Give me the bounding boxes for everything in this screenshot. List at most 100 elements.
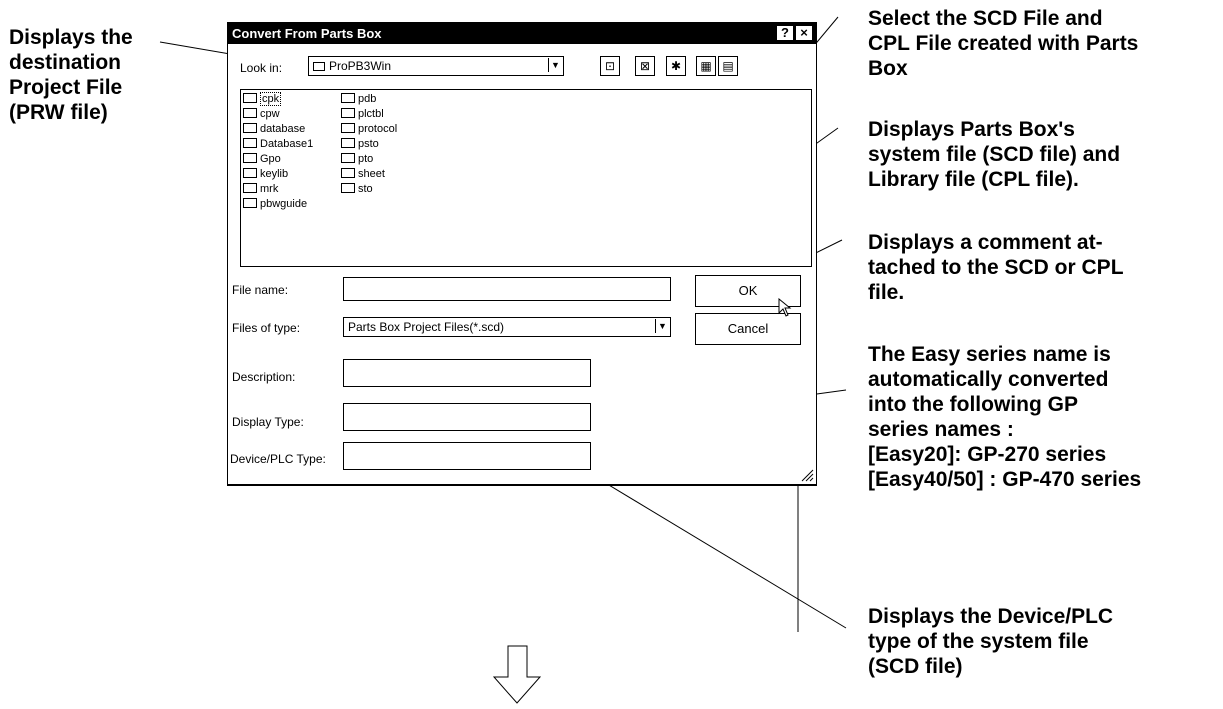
callout-line: Project File xyxy=(9,76,123,99)
device-plc-type-label: Device/PLC Type: xyxy=(230,452,326,466)
callout-line: Box xyxy=(868,57,908,80)
list-item[interactable]: cpk xyxy=(243,92,282,106)
callout-line: into the following GP xyxy=(868,393,1078,416)
folder-icon xyxy=(341,108,355,118)
callout-line: (SCD file) xyxy=(868,655,963,678)
look-in-select[interactable]: ProPB3Win ▼ xyxy=(308,56,564,76)
callout-line: file. xyxy=(868,281,905,304)
list-item[interactable]: plctbl xyxy=(341,107,384,121)
list-item[interactable]: pbwguide xyxy=(243,197,307,211)
file-name-input[interactable] xyxy=(343,277,671,301)
look-in-value-text: ProPB3Win xyxy=(329,59,392,73)
look-in-label: Look in: xyxy=(240,61,283,75)
callout-line: (PRW file) xyxy=(9,101,108,124)
folder-icon xyxy=(243,93,257,103)
folder-icon xyxy=(313,62,325,71)
callout-destination-project-file: Displays the destination Project File (P… xyxy=(9,25,133,125)
list-item[interactable]: psto xyxy=(341,137,379,151)
chevron-down-icon[interactable]: ▼ xyxy=(548,58,562,72)
desktop-icon[interactable]: ⊠ xyxy=(635,56,655,76)
folder-icon xyxy=(243,123,257,133)
callout-system-file: Displays Parts Box's system file (SCD fi… xyxy=(868,117,1120,192)
callout-line: automatically converted xyxy=(868,368,1109,391)
list-item-label: Gpo xyxy=(260,153,281,165)
list-item-label: psto xyxy=(358,138,379,150)
device-plc-type-field xyxy=(343,442,591,470)
list-item-label: plctbl xyxy=(358,108,384,120)
folder-icon xyxy=(243,198,257,208)
callout-line: system file (SCD file) and xyxy=(868,143,1121,166)
callout-device-type: Displays the Device/PLC type of the syst… xyxy=(868,604,1113,679)
list-item[interactable]: pdb xyxy=(341,92,376,106)
callout-line: [Easy40/50] : GP-470 series xyxy=(868,468,1142,491)
callout-comment: Displays a comment at- tached to the SCD… xyxy=(868,230,1124,305)
files-of-type-label: Files of type: xyxy=(232,321,301,335)
list-item[interactable]: sheet xyxy=(341,167,385,181)
convert-dialog: Convert From Parts Box ? × Look in: ProP… xyxy=(227,22,817,486)
folder-icon xyxy=(243,138,257,148)
callout-easy-series: The Easy series name is automatically co… xyxy=(868,342,1141,492)
callout-line: Displays Parts Box's xyxy=(868,118,1075,141)
new-folder-icon[interactable]: ✱ xyxy=(666,56,686,76)
mouse-pointer-icon xyxy=(778,298,792,317)
callout-line: series names : xyxy=(868,418,1014,441)
up-one-level-icon[interactable]: ⊡ xyxy=(600,56,620,76)
help-button[interactable]: ? xyxy=(776,25,794,41)
list-item[interactable]: mrk xyxy=(243,182,278,196)
callout-line: [Easy20]: GP-270 series xyxy=(868,443,1107,466)
list-item-label: pdb xyxy=(358,93,377,105)
files-of-type-value: Parts Box Project Files(*.scd) xyxy=(348,320,505,334)
list-item-label: pbwguide xyxy=(260,198,308,210)
folder-icon xyxy=(341,123,355,133)
description-label: Description: xyxy=(232,370,296,384)
list-item[interactable]: pto xyxy=(341,152,373,166)
callout-line: Displays the xyxy=(9,26,133,49)
callout-select-files: Select the SCD File and CPL File created… xyxy=(868,6,1138,81)
file-list[interactable]: cpk cpw database Database1 Gpo keylib mr… xyxy=(240,89,812,267)
folder-icon xyxy=(341,168,355,178)
folder-icon xyxy=(341,93,355,103)
folder-icon xyxy=(243,153,257,163)
callout-line: The Easy series name is xyxy=(868,343,1111,366)
dialog-title: Convert From Parts Box xyxy=(232,26,382,41)
display-type-field xyxy=(343,403,591,431)
list-item-label: cpk xyxy=(260,92,282,106)
look-in-value: ProPB3Win xyxy=(313,59,391,73)
files-of-type-select[interactable]: Parts Box Project Files(*.scd) ▼ xyxy=(343,317,671,337)
details-view-icon[interactable]: ▤ xyxy=(718,56,738,76)
folder-icon xyxy=(341,138,355,148)
list-item-label: Database1 xyxy=(260,138,314,150)
down-arrow-icon xyxy=(492,645,542,704)
list-item-label: mrk xyxy=(260,183,279,195)
display-type-label: Display Type: xyxy=(232,415,304,429)
list-item[interactable]: keylib xyxy=(243,167,288,181)
folder-icon xyxy=(243,168,257,178)
callout-line: Displays a comment at- xyxy=(868,231,1103,254)
list-view-icon[interactable]: ▦ xyxy=(696,56,716,76)
dialog-title-bar: Convert From Parts Box xyxy=(228,23,816,44)
list-item[interactable]: cpw xyxy=(243,107,280,121)
list-item-label: sheet xyxy=(358,168,385,180)
list-item[interactable]: sto xyxy=(341,182,373,196)
list-item-label: protocol xyxy=(358,123,398,135)
list-item-label: sto xyxy=(358,183,373,195)
leader-line-device-type xyxy=(578,466,847,629)
callout-line: Select the SCD File and xyxy=(868,7,1103,30)
list-item[interactable]: Gpo xyxy=(243,152,281,166)
list-item-label: keylib xyxy=(260,168,289,180)
file-name-label: File name: xyxy=(232,283,289,297)
folder-icon xyxy=(341,153,355,163)
resize-grip-icon[interactable] xyxy=(800,468,814,482)
callout-line: Displays the Device/PLC xyxy=(868,605,1114,628)
list-item[interactable]: protocol xyxy=(341,122,397,136)
close-button[interactable]: × xyxy=(795,25,813,41)
callout-line: Library file (CPL file). xyxy=(868,168,1079,191)
list-item[interactable]: Database1 xyxy=(243,137,313,151)
callout-line: destination xyxy=(9,51,122,74)
list-item[interactable]: database xyxy=(243,122,305,136)
chevron-down-icon[interactable]: ▼ xyxy=(655,319,669,333)
folder-icon xyxy=(243,183,257,193)
list-item-label: pto xyxy=(358,153,374,165)
folder-icon xyxy=(243,108,257,118)
callout-line: tached to the SCD or CPL xyxy=(868,256,1124,279)
